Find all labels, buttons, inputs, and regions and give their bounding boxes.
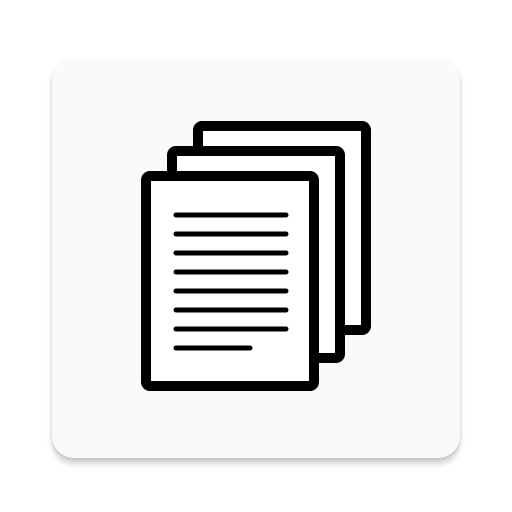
app-icon-screen xyxy=(0,0,512,512)
documents-stack-icon xyxy=(141,121,371,391)
front-document-sheet xyxy=(141,171,319,391)
